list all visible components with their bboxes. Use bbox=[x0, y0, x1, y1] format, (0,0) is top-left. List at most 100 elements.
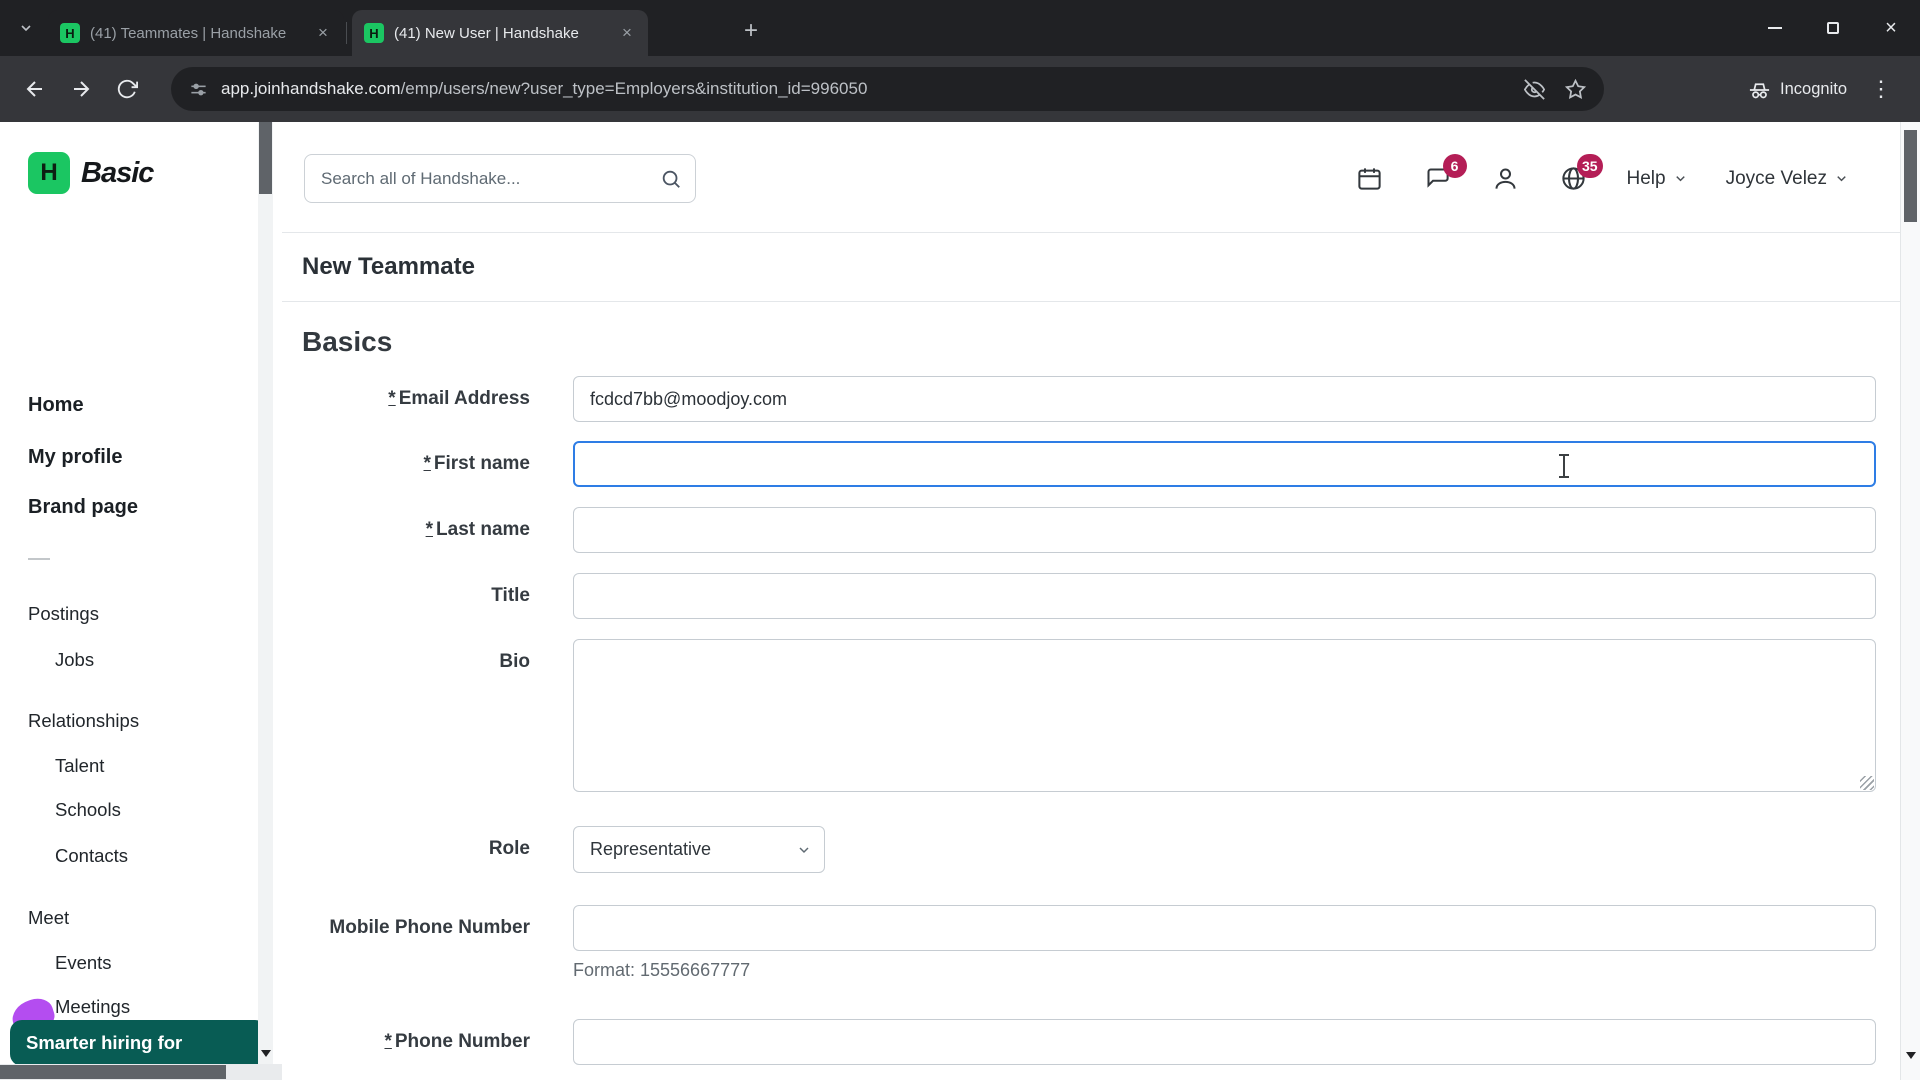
mobile-phone-field[interactable] bbox=[573, 905, 1876, 951]
tab-search-button[interactable] bbox=[12, 14, 40, 42]
tab-separator bbox=[346, 22, 347, 44]
handshake-favicon: H bbox=[364, 23, 384, 43]
new-tab-button[interactable]: + bbox=[736, 16, 766, 46]
last-name-label: * Last name bbox=[425, 519, 530, 540]
browser-menu-button[interactable]: ⋮ bbox=[1864, 72, 1898, 106]
notifications-button[interactable]: 35 bbox=[1559, 153, 1603, 194]
triangle-down-icon bbox=[1905, 1051, 1916, 1059]
page-content: H Basic Home My profile Brand page Posti… bbox=[0, 122, 1920, 1080]
global-search-input[interactable] bbox=[305, 155, 695, 202]
bio-field[interactable] bbox=[573, 639, 1876, 792]
minimize-icon bbox=[1768, 27, 1782, 29]
eye-off-icon[interactable] bbox=[1524, 78, 1545, 100]
title-divider bbox=[282, 301, 1900, 302]
tab-close-icon[interactable]: × bbox=[312, 22, 334, 44]
person-icon bbox=[1492, 165, 1519, 192]
sidebar-item-contacts[interactable]: Contacts bbox=[55, 845, 128, 867]
notifications-count-badge: 35 bbox=[1576, 153, 1603, 178]
required-mark: * bbox=[423, 453, 431, 474]
resize-handle-icon[interactable] bbox=[1860, 776, 1874, 790]
promo-text: Smarter hiring for bbox=[26, 1032, 183, 1053]
phone-field[interactable] bbox=[573, 1019, 1876, 1065]
sidebar-item-schools[interactable]: Schools bbox=[55, 799, 121, 821]
incognito-label: Incognito bbox=[1780, 79, 1847, 98]
close-icon: × bbox=[1885, 16, 1897, 39]
sidebar-item-brand-page[interactable]: Brand page bbox=[28, 496, 138, 519]
sidebar-horizontal-scrollbar[interactable] bbox=[0, 1064, 282, 1080]
chevron-down-icon bbox=[18, 20, 34, 36]
forward-button[interactable] bbox=[62, 70, 100, 108]
sidebar-item-my-profile[interactable]: My profile bbox=[28, 446, 122, 469]
address-bar[interactable]: app.joinhandshake.com/emp/users/new?user… bbox=[171, 67, 1604, 111]
page-title: New Teammate bbox=[302, 253, 475, 280]
email-field[interactable] bbox=[573, 376, 1876, 422]
sidebar-scrollbar-thumb[interactable] bbox=[259, 122, 272, 194]
sidebar-vertical-scrollbar[interactable] bbox=[258, 122, 273, 1064]
sidebar-item-talent[interactable]: Talent bbox=[55, 755, 104, 777]
triangle-down-icon bbox=[260, 1049, 271, 1057]
back-arrow-icon bbox=[23, 77, 47, 101]
sidebar-item-meetings[interactable]: Meetings bbox=[55, 996, 130, 1018]
search-icon[interactable] bbox=[660, 168, 682, 190]
incognito-badge: Incognito bbox=[1748, 68, 1847, 110]
maximize-button[interactable] bbox=[1804, 0, 1862, 56]
bookmark-star-icon[interactable] bbox=[1565, 78, 1586, 100]
calendar-icon bbox=[1356, 165, 1383, 192]
handshake-logo-icon: H bbox=[28, 152, 70, 194]
tab-new-user[interactable]: H (41) New User | Handshake × bbox=[352, 10, 648, 56]
tab-close-icon[interactable]: × bbox=[616, 22, 638, 44]
last-name-field[interactable] bbox=[573, 507, 1876, 553]
sidebar-divider bbox=[28, 558, 50, 560]
section-heading: Basics bbox=[302, 326, 393, 357]
reload-button[interactable] bbox=[108, 70, 146, 108]
help-label: Help bbox=[1626, 167, 1666, 189]
plan-name: Basic bbox=[81, 156, 154, 189]
text-cursor bbox=[1559, 454, 1569, 478]
calendar-button[interactable] bbox=[1355, 164, 1385, 194]
handshake-favicon: H bbox=[60, 23, 80, 43]
back-button[interactable] bbox=[16, 70, 54, 108]
site-settings-icon[interactable] bbox=[189, 80, 208, 99]
user-menu[interactable]: Joyce Velez bbox=[1726, 168, 1849, 190]
required-mark: * bbox=[425, 519, 434, 540]
mobile-format-helper: Format: 15556667777 bbox=[573, 960, 751, 980]
main-area: 6 35 Help bbox=[282, 122, 1900, 1080]
page-scroll-down-arrow[interactable] bbox=[1901, 1044, 1920, 1066]
header-actions: 6 35 Help Joyce Velez bbox=[1355, 153, 1849, 203]
reload-icon bbox=[116, 78, 138, 100]
sidebar-hscrollbar-thumb[interactable] bbox=[0, 1065, 226, 1079]
title-label: Title bbox=[491, 585, 530, 606]
profile-button[interactable] bbox=[1491, 164, 1521, 194]
header-divider bbox=[282, 232, 1900, 233]
messages-button[interactable]: 6 bbox=[1423, 153, 1467, 194]
tab-teammates[interactable]: H (41) Teammates | Handshake × bbox=[48, 10, 344, 56]
tab-title: (41) Teammates | Handshake bbox=[90, 24, 287, 42]
sidebar-item-events[interactable]: Events bbox=[55, 952, 112, 974]
minimize-button[interactable] bbox=[1746, 0, 1804, 56]
sidebar-item-jobs[interactable]: Jobs bbox=[55, 649, 94, 671]
first-name-field[interactable] bbox=[573, 441, 1876, 487]
forward-arrow-icon bbox=[69, 77, 93, 101]
close-button[interactable]: × bbox=[1862, 0, 1920, 56]
title-field[interactable] bbox=[573, 573, 1876, 619]
handshake-logo[interactable]: H Basic bbox=[28, 152, 154, 194]
sidebar-item-postings[interactable]: Postings bbox=[28, 603, 99, 625]
browser-toolbar: app.joinhandshake.com/emp/users/new?user… bbox=[0, 56, 1920, 122]
chevron-down-icon bbox=[1673, 171, 1688, 186]
sidebar-item-home[interactable]: Home bbox=[28, 394, 84, 417]
promo-banner[interactable]: Smarter hiring for bbox=[10, 1020, 267, 1066]
role-selected-value: Representative bbox=[590, 839, 712, 859]
chevron-down-icon bbox=[796, 842, 812, 858]
page-scrollbar-thumb[interactable] bbox=[1904, 130, 1917, 222]
sidebar-scroll-down-arrow[interactable] bbox=[258, 1042, 273, 1064]
phone-label: * Phone Number bbox=[384, 1031, 530, 1052]
help-menu[interactable]: Help bbox=[1627, 168, 1688, 190]
page-vertical-scrollbar[interactable] bbox=[1900, 122, 1920, 1080]
messages-count-badge: 6 bbox=[1442, 153, 1467, 178]
tab-strip: H (41) Teammates | Handshake × H (41) Ne… bbox=[0, 0, 1920, 56]
sidebar-item-meet[interactable]: Meet bbox=[28, 907, 69, 929]
email-label: * Email Address bbox=[388, 388, 530, 409]
tab-title: (41) New User | Handshake bbox=[394, 24, 579, 42]
role-select[interactable]: Representative bbox=[573, 826, 825, 873]
sidebar-item-relationships[interactable]: Relationships bbox=[28, 710, 139, 732]
